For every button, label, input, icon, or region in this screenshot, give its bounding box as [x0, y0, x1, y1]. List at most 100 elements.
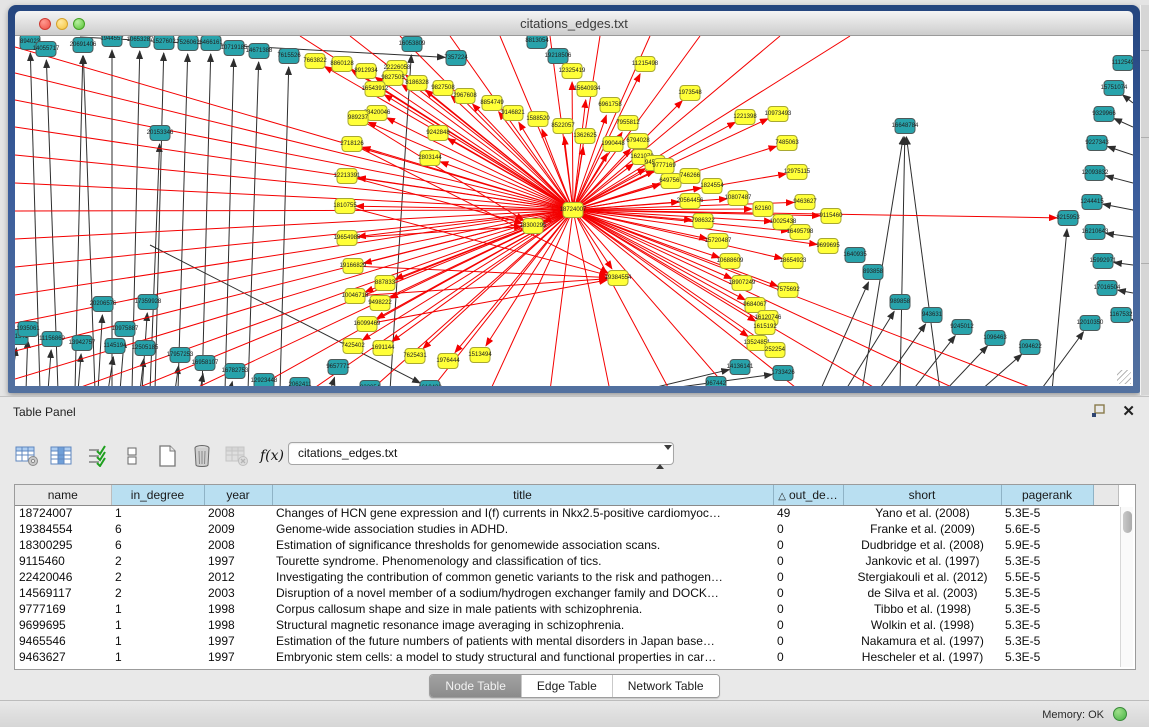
column-header-in_degree[interactable]: in_degree	[111, 485, 204, 505]
table-cell[interactable]: 2008	[204, 505, 272, 521]
network-window-titlebar[interactable]: citations_edges.txt	[15, 11, 1133, 36]
table-cell[interactable]: 1997	[204, 633, 272, 649]
graph-edge[interactable]	[98, 315, 102, 386]
graph-edge[interactable]	[1114, 118, 1133, 127]
graph-node[interactable]: 15992971	[1090, 254, 1117, 269]
graph-node[interactable]: 1112549	[1112, 56, 1133, 71]
table-row[interactable]: 1456911722003Disruption of a novel membe…	[15, 585, 1118, 601]
table-cell[interactable]: 5.3E-5	[1001, 601, 1093, 617]
graph-node[interactable]: 9827508	[431, 81, 455, 96]
graph-node[interactable]: 2803144	[418, 151, 442, 166]
table-cell[interactable]: 0	[773, 649, 843, 665]
table-cell[interactable]: 5.3E-5	[1001, 633, 1093, 649]
graph-edge[interactable]	[573, 210, 730, 386]
column-header-name[interactable]: name	[15, 485, 111, 505]
table-cell[interactable]: 2	[111, 585, 204, 601]
table-cell[interactable]: 1997	[204, 553, 272, 569]
table-cell[interactable]: 0	[773, 521, 843, 537]
table-cell[interactable]: 0	[773, 601, 843, 617]
table-row[interactable]: 946362711997Embryonic stem cells: a mode…	[15, 649, 1118, 665]
column-header-title[interactable]: title	[272, 485, 773, 505]
graph-node[interactable]: 1824554	[700, 179, 724, 194]
table-cell[interactable]: Wolkin et al. (1998)	[843, 617, 1001, 633]
table-row[interactable]: 2242004622012Investigating the contribut…	[15, 569, 1118, 585]
graph-edge[interactable]	[573, 210, 745, 300]
graph-node[interactable]: 8186328	[405, 76, 429, 91]
table-cell[interactable]: 5.3E-5	[1001, 649, 1093, 665]
graph-edge[interactable]	[945, 346, 987, 386]
select-all-columns-icon[interactable]	[84, 443, 110, 469]
graph-node[interactable]: 1244415	[1080, 195, 1104, 210]
graph-node[interactable]: 10653287	[127, 36, 154, 48]
table-cell[interactable]: 5.5E-5	[1001, 569, 1093, 585]
graph-edge[interactable]	[15, 348, 16, 386]
graph-edge[interactable]	[26, 340, 28, 386]
unselect-all-columns-icon[interactable]	[119, 443, 145, 469]
table-cell[interactable]: 9699695	[15, 617, 111, 633]
table-cell[interactable]: Embryonic stem cells: a model to study s…	[272, 649, 773, 665]
graph-node[interactable]: 8522057	[551, 119, 575, 134]
graph-edge[interactable]	[15, 155, 573, 210]
graph-node[interactable]: 9242848	[426, 126, 450, 141]
table-cell[interactable]: Structural magnetic resonance image aver…	[272, 617, 773, 633]
graph-node[interactable]: 18907249	[729, 276, 756, 291]
graph-node[interactable]: 10975887	[112, 322, 139, 337]
function-builder-icon[interactable]: f(x)	[259, 443, 285, 469]
graph-node[interactable]: 12010350	[1077, 316, 1104, 331]
graph-node[interactable]: 1976444	[436, 354, 460, 369]
graph-node[interactable]: 17016504	[1094, 281, 1121, 296]
graph-edge[interactable]	[1040, 332, 1083, 386]
graph-edge[interactable]	[347, 227, 522, 238]
graph-node[interactable]: 7625431	[403, 349, 427, 364]
node-table-grid[interactable]: namein_degreeyeartitle△out_de…shortpager…	[15, 485, 1119, 665]
graph-node[interactable]: 10688609	[717, 254, 744, 269]
graph-node[interactable]: 19218506	[545, 49, 572, 64]
graph-node[interactable]: 2062411	[289, 378, 313, 387]
graph-node[interactable]: 13942757	[69, 336, 96, 351]
graph-edge[interactable]	[878, 324, 926, 386]
graph-node[interactable]: 7955812	[616, 116, 640, 131]
table-settings-icon[interactable]	[14, 443, 40, 469]
table-cell[interactable]: 1	[111, 633, 204, 649]
table-cell[interactable]: 0	[773, 585, 843, 601]
graph-node[interactable]: 1513494	[468, 348, 492, 363]
table-cell[interactable]: Stergiakouli et al. (2012)	[843, 569, 1001, 585]
graph-node[interactable]: 1096463	[983, 331, 1007, 346]
table-cell[interactable]: 1997	[204, 649, 272, 665]
graph-node[interactable]: 1615192	[753, 320, 777, 335]
network-view[interactable]: 8940231405571720691406194455710653287152…	[15, 36, 1133, 386]
graph-node[interactable]: 989858	[890, 295, 911, 310]
tab-edge-table[interactable]: Edge Table	[521, 675, 612, 697]
graph-node[interactable]: 11156869	[39, 332, 65, 347]
graph-node[interactable]: 1588520	[526, 112, 550, 127]
table-cell[interactable]: 9777169	[15, 601, 111, 617]
graph-edge[interactable]	[1123, 95, 1133, 103]
graph-node[interactable]: 8854749	[480, 96, 504, 111]
table-cell[interactable]: 2008	[204, 537, 272, 553]
graph-node[interactable]: 18300295	[520, 219, 547, 234]
graph-node[interactable]: 9777169	[652, 159, 676, 174]
table-cell[interactable]: Changes of HCN gene expression and I(f) …	[272, 505, 773, 521]
graph-edge[interactable]	[15, 47, 573, 210]
graph-node[interactable]: 7575692	[776, 283, 800, 298]
column-header-pagerank[interactable]: pagerank	[1001, 485, 1093, 505]
table-cell[interactable]: 2009	[204, 521, 272, 537]
table-row[interactable]: 946554611997Estimation of the future num…	[15, 633, 1118, 649]
float-panel-icon[interactable]	[1091, 404, 1107, 418]
graph-edge[interactable]	[230, 382, 232, 386]
table-cell[interactable]: 5.3E-5	[1001, 585, 1093, 601]
graph-node[interactable]: 1691144	[372, 341, 396, 356]
graph-node[interactable]: 10046718	[342, 289, 369, 304]
memory-status-indicator[interactable]	[1113, 707, 1127, 721]
table-cell[interactable]: Corpus callosum shape and size in male p…	[272, 601, 773, 617]
graph-node[interactable]: 1167532	[1110, 308, 1133, 323]
graph-edge[interactable]	[862, 137, 903, 386]
graph-node[interactable]: 18654923	[780, 254, 807, 269]
close-panel-icon[interactable]: ✕	[1122, 402, 1135, 420]
graph-node[interactable]: 1733426	[771, 366, 795, 381]
table-cell[interactable]: 19384554	[15, 521, 111, 537]
table-cell[interactable]: 0	[773, 633, 843, 649]
graph-node[interactable]: 16958107	[192, 356, 219, 371]
graph-edge[interactable]	[573, 199, 727, 210]
graph-node[interactable]: 12923448	[251, 374, 278, 387]
